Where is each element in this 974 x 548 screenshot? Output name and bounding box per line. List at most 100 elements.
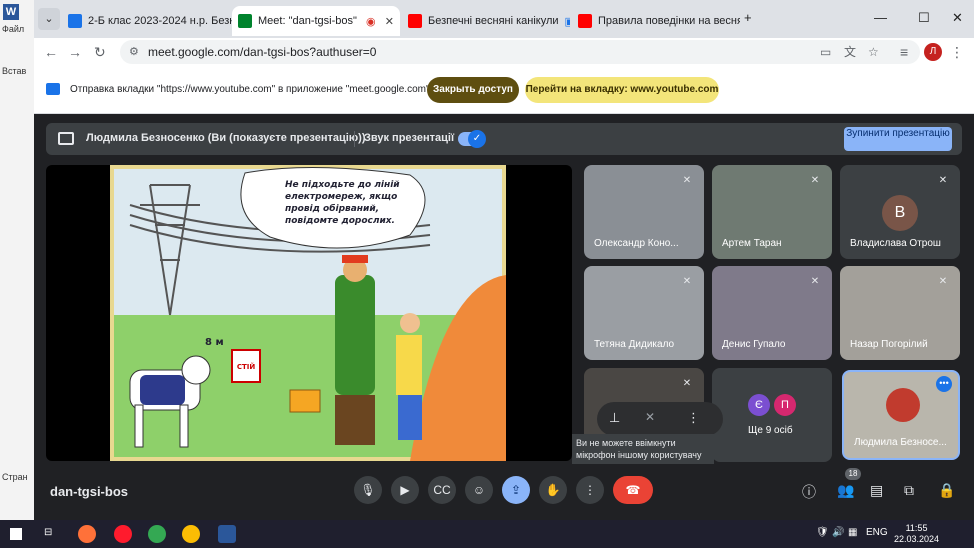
media-control-icon[interactable]: ≡ [900,44,908,60]
mic-off-icon: ✕ [682,276,692,287]
participant-count-badge: 18 [845,468,861,480]
word-file-menu[interactable]: Файл [2,24,24,34]
profile-avatar[interactable]: Л [924,43,942,61]
chrome-profile-icon[interactable] [182,525,200,543]
maximize-icon[interactable]: ☐ [918,10,930,26]
browser-tab-bar: ⌄ 2-Б клас 2023-2024 н.р. Безнос Meet: "… [0,0,974,38]
captions-icon[interactable]: CC [428,476,456,504]
word-taskbar-icon[interactable] [218,525,236,543]
microphone-icon[interactable]: 🎙 [354,476,382,504]
site-info-icon[interactable]: ⚙ [129,40,139,64]
leave-call-icon[interactable]: ☎ [613,476,653,504]
camera-icon[interactable]: ▭ [820,40,831,64]
chrome-icon[interactable] [148,525,166,543]
classroom-icon [68,14,82,28]
close-window-icon[interactable]: ✕ [952,10,963,26]
divider [354,131,355,147]
recording-icon: ◉ [366,15,376,28]
avatar: В [882,195,918,231]
more-options-icon[interactable]: ••• [936,376,952,392]
word-paste-label[interactable]: Встав [2,66,26,76]
switch-tab-button[interactable]: Перейти на вкладку: www.youtube.com [525,77,719,103]
translate-icon[interactable]: 文 [844,40,856,64]
more-participants-tile[interactable]: Є П Ще 9 осіб [712,368,832,462]
word-window-strip: W Файл Встав Стран [0,0,34,520]
security-icon[interactable]: 🛡 [816,527,829,538]
people-icon[interactable]: 👥 [837,482,854,499]
back-icon[interactable]: ← [44,44,58,60]
activities-icon[interactable]: ⧉ [904,482,914,499]
self-view-tile[interactable]: ••• Людмила Безносе... [842,370,960,460]
opera-icon[interactable] [114,525,132,543]
mic-off-icon: ✕ [682,378,692,389]
sharing-message: Отправка вкладки "https://www.youtube.co… [70,84,438,95]
participant-tile[interactable]: ✕ Олександр Коно... [584,165,704,259]
task-view-icon[interactable]: ⊟ [44,527,52,538]
presentation-sound-label: Звук презентації [364,132,455,144]
volume-icon[interactable]: 🔊 [832,527,844,538]
participant-tile[interactable]: ✕ Назар Погорілий [840,266,960,360]
tab-meet[interactable]: Meet: "dan-tgsi-bos" ◉ ✕ [232,6,400,36]
participant-tile[interactable]: ✕ Денис Гупало [712,266,832,360]
mic-off-icon[interactable]: ✕ [645,410,655,424]
stop-presenting-button[interactable]: Зупинити презентацію [844,127,952,151]
windows-start-icon[interactable] [10,528,22,540]
participant-video [886,388,920,422]
youtube-icon [578,14,592,28]
language-indicator[interactable]: ENG [866,527,888,538]
mic-off-icon: ✕ [938,175,948,186]
info-icon[interactable]: ⓘ [802,482,816,502]
tab-youtube-2[interactable]: Правила поведінки на весня ✕ [572,6,740,36]
slide-illustration: Не підходьте до ліній електромереж, якщо п… [110,165,506,461]
emoji-icon[interactable]: ☺ [465,476,493,504]
bookmark-star-icon[interactable]: ☆ [868,40,879,64]
more-options-icon[interactable]: ⋮ [576,476,604,504]
firefox-icon[interactable] [78,525,96,543]
presentation-sound-toggle[interactable]: ✓ [458,130,486,148]
avatar: Є [748,394,770,416]
reload-icon[interactable]: ↻ [94,44,106,61]
mute-tooltip: Ви не можете ввімкнути мікрофон іншому к… [572,434,714,464]
windows-taskbar: ⊟ 🛡 🔊 ▦ ENG 11:55 22.03.2024 [0,520,974,548]
avatar: П [774,394,796,416]
tab-classroom[interactable]: 2-Б клас 2023-2024 н.р. Безнос [62,6,232,36]
meet-icon [238,14,252,28]
participant-tile[interactable]: ✕ Артем Таран [712,165,832,259]
chat-icon[interactable]: ▤ [870,482,883,499]
meet-call: Людмила Безносенко (Ви (показуєте презен… [34,114,974,520]
presentation-bar: Людмила Безносенко (Ви (показуєте презен… [46,123,962,155]
mic-off-icon: ✕ [938,276,948,287]
participant-tile[interactable]: ✕ Тетяна Дидикало [584,266,704,360]
mic-off-icon: ✕ [810,175,820,186]
more-vert-icon[interactable]: ⋮ [687,410,700,426]
presenting-label: Людмила Безносенко (Ви (показуєте презен… [86,132,366,144]
youtube-icon [408,14,422,28]
close-access-button[interactable]: Закрыть доступ [427,77,519,103]
system-clock[interactable]: 11:55 22.03.2024 [894,523,939,545]
tab-youtube-1[interactable]: Безпечні весняні канікули ▣ ✕ [402,6,570,36]
participant-tile[interactable]: ✕ В Владислава Отрош [840,165,960,259]
tab-search-button[interactable]: ⌄ [38,8,60,30]
raise-hand-icon[interactable]: ✋ [539,476,567,504]
url-input[interactable]: ⚙ meet.google.com/dan-tgsi-bos?authuser=… [120,40,920,64]
new-tab-icon[interactable]: + [744,10,752,25]
cast-icon: ▣ [564,15,570,28]
slide-sign-text: СТІЙ [237,362,256,371]
pin-icon[interactable]: ⊥ [609,410,620,426]
host-controls-icon[interactable]: 🔒 [938,482,955,499]
camera-icon[interactable]: ▶ [391,476,419,504]
check-icon: ✓ [468,130,486,148]
present-screen-icon [58,132,74,145]
meeting-code: dan-tgsi-bos [50,484,128,499]
minimize-icon[interactable]: — [874,10,887,25]
mic-off-icon: ✕ [682,175,692,186]
menu-icon[interactable]: ⋮ [950,44,964,61]
word-page-label: Стран [2,472,28,482]
close-tab-icon[interactable]: ✕ [385,15,394,28]
forward-icon[interactable]: → [68,44,82,60]
mic-off-icon: ✕ [810,276,820,287]
share-tab-icon [46,83,60,95]
presentation-stage: Не підходьте до ліній електромереж, якщо п… [46,165,572,461]
network-icon[interactable]: ▦ [848,527,857,538]
present-screen-icon[interactable]: ⇪ [502,476,530,504]
